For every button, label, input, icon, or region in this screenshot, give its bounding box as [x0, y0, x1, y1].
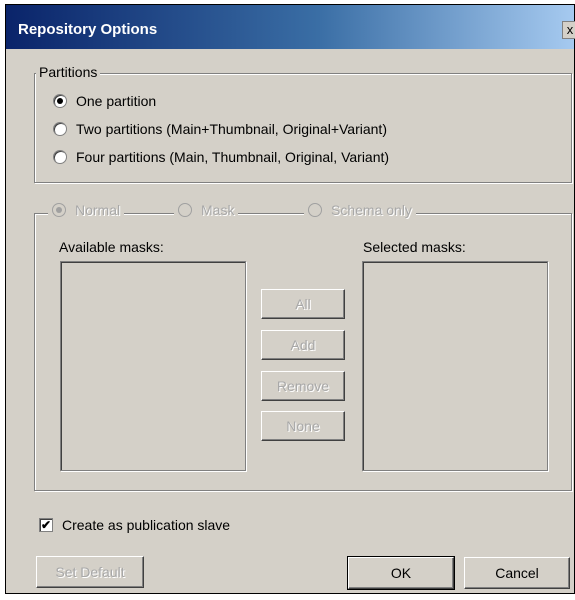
repository-options-dialog: Repository Options x Partitions One part…: [5, 4, 575, 594]
radio-normal[interactable]: Normal: [48, 202, 125, 218]
cancel-button[interactable]: Cancel: [464, 557, 570, 589]
radio-mask[interactable]: Mask: [174, 202, 239, 218]
all-button[interactable]: All: [261, 289, 345, 319]
radio-two-partitions[interactable]: Two partitions (Main+Thumbnail, Original…: [53, 121, 387, 137]
none-button-label: None: [286, 418, 320, 434]
available-masks-label: Available masks:: [59, 239, 164, 255]
radio-normal-label: Normal: [75, 202, 121, 218]
radio-schema-only-label: Schema only: [331, 202, 412, 218]
ok-button-label: OK: [390, 565, 412, 581]
radio-button-icon[interactable]: [308, 203, 322, 217]
radio-button-icon[interactable]: [53, 122, 67, 136]
available-masks-list[interactable]: [60, 261, 246, 471]
radio-button-icon[interactable]: [53, 94, 67, 108]
cancel-button-label: Cancel: [495, 565, 539, 581]
add-button[interactable]: Add: [261, 330, 345, 360]
dialog-title: Repository Options: [18, 21, 158, 38]
radio-one-partition[interactable]: One partition: [53, 93, 156, 109]
selected-masks-label: Selected masks:: [363, 239, 466, 255]
none-button[interactable]: None: [261, 411, 345, 441]
set-default-button[interactable]: Set Default: [36, 556, 144, 588]
remove-button[interactable]: Remove: [261, 371, 345, 401]
checkmark-icon[interactable]: ✔: [39, 518, 53, 532]
set-default-button-label: Set Default: [55, 564, 125, 580]
all-button-label: All: [295, 296, 311, 312]
radio-schema-only[interactable]: Schema only: [304, 202, 416, 218]
radio-button-icon[interactable]: [53, 150, 67, 164]
selected-masks-list[interactable]: [362, 261, 548, 471]
remove-button-label: Remove: [276, 378, 330, 394]
radio-two-partitions-label: Two partitions (Main+Thumbnail, Original…: [76, 121, 387, 137]
radio-one-partition-label: One partition: [76, 93, 157, 109]
title-bar[interactable]: Repository Options x: [6, 5, 575, 49]
radio-four-partitions[interactable]: Four partitions (Main, Thumbnail, Origin…: [53, 149, 389, 165]
partitions-group-label: Partitions: [36, 64, 101, 80]
radio-button-icon[interactable]: [52, 203, 66, 217]
publication-slave-label: Create as publication slave: [62, 517, 231, 533]
add-button-label: Add: [290, 337, 316, 353]
radio-mask-label: Mask: [201, 202, 235, 218]
publication-slave-checkbox[interactable]: ✔ Create as publication slave: [39, 517, 230, 533]
ok-button[interactable]: OK: [347, 556, 455, 590]
radio-button-icon[interactable]: [178, 203, 192, 217]
close-icon[interactable]: x: [562, 21, 575, 39]
radio-four-partitions-label: Four partitions (Main, Thumbnail, Origin…: [76, 149, 390, 165]
